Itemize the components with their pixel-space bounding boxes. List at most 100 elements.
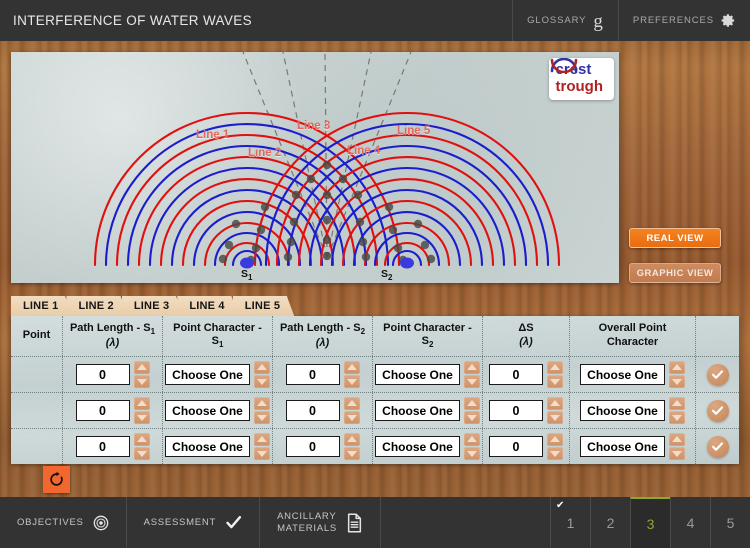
row-2-point-character-s1-select[interactable]: Choose One [165, 400, 250, 421]
caret-up-icon[interactable] [547, 432, 563, 446]
row-1-check-button[interactable] [706, 363, 729, 386]
page-1-label: 1 [566, 514, 575, 531]
caret-down-icon[interactable] [254, 411, 270, 425]
page-button-4[interactable]: 4 [670, 497, 710, 548]
caret-down-icon[interactable] [133, 447, 150, 461]
caret-down-icon[interactable] [343, 447, 360, 461]
page-button-2[interactable]: 2 [590, 497, 630, 548]
row-3-path-length-s2-input[interactable]: 0 [285, 436, 340, 457]
row-1-path-length-s2-input[interactable]: 0 [285, 364, 340, 385]
preferences-button[interactable]: PREFERENCES [617, 0, 750, 41]
caret-down-icon[interactable] [464, 375, 480, 389]
caret-down-icon[interactable] [133, 411, 150, 425]
row-1-delta-s-input[interactable]: 0 [489, 364, 543, 385]
row-3-point-character-s1-select[interactable]: Choose One [165, 436, 250, 457]
caret-up-icon[interactable] [547, 360, 563, 374]
row-1-overall-point-character-stepper[interactable] [669, 360, 685, 389]
caret-up-icon[interactable] [343, 360, 360, 374]
page-button-1[interactable]: ✔ 1 [550, 497, 590, 548]
reset-button[interactable] [43, 466, 70, 493]
caret-down-icon[interactable] [254, 375, 270, 389]
line-tabs: LINE 1 LINE 2 LINE 3 LINE 4 LINE 5 [11, 296, 295, 316]
tab-line-1[interactable]: LINE 1 [11, 296, 73, 316]
caret-up-icon[interactable] [254, 432, 270, 446]
ancillary-materials-button[interactable]: ANCILLARY MATERIALS [260, 497, 381, 548]
row-2-path-length-s1-stepper[interactable] [133, 396, 150, 425]
row-2-overall-point-character-select[interactable]: Choose One [580, 400, 665, 421]
caret-down-icon[interactable] [547, 447, 563, 461]
row-1-overall-point-character-select[interactable]: Choose One [580, 364, 665, 385]
caret-down-icon[interactable] [254, 447, 270, 461]
row-2-overall-point-character-stepper[interactable] [669, 396, 685, 425]
caret-down-icon[interactable] [343, 411, 360, 425]
tab-line-3[interactable]: LINE 3 [121, 296, 184, 316]
page-button-5[interactable]: 5 [710, 497, 750, 548]
row-1-path-length-s2-stepper[interactable] [343, 360, 360, 389]
row-2-delta-s-stepper[interactable] [547, 396, 563, 425]
caret-down-icon[interactable] [547, 411, 563, 425]
row-3-check-button[interactable] [706, 435, 729, 458]
real-view-button[interactable]: REAL VIEW [629, 228, 721, 248]
row-1-point-character-s1-stepper[interactable] [254, 360, 270, 389]
row-2-path-length-s1-input[interactable]: 0 [75, 400, 130, 421]
row-2-point-character-s2-stepper[interactable] [464, 396, 480, 425]
page-button-3[interactable]: 3 [630, 497, 670, 548]
row-3-delta-s-input[interactable]: 0 [489, 436, 543, 457]
caret-up-icon[interactable] [133, 432, 150, 446]
caret-down-icon[interactable] [133, 375, 150, 389]
row-2-path-length-s2-input[interactable]: 0 [285, 400, 340, 421]
row-1-point-character-s1-select[interactable]: Choose One [165, 364, 250, 385]
page-1-completed-check: ✔ [556, 500, 565, 511]
caret-up-icon[interactable] [254, 360, 270, 374]
row-3-path-length-s1-input[interactable]: 0 [75, 436, 130, 457]
caret-up-icon[interactable] [133, 396, 150, 410]
row-3-point-character-s2-select[interactable]: Choose One [375, 436, 460, 457]
glossary-button[interactable]: GLOSSARY g [512, 0, 618, 41]
caret-up-icon[interactable] [133, 360, 150, 374]
row-1-path-length-s1-input[interactable]: 0 [75, 364, 130, 385]
tab-line-4[interactable]: LINE 4 [177, 296, 239, 316]
row-3-point-character-s1-stepper[interactable] [254, 432, 270, 461]
caret-up-icon[interactable] [669, 396, 685, 410]
row-1-point-character-s2-select[interactable]: Choose One [375, 364, 460, 385]
caret-up-icon[interactable] [254, 396, 270, 410]
caret-up-icon[interactable] [464, 360, 480, 374]
caret-down-icon[interactable] [464, 411, 480, 425]
row-2-delta-s-input[interactable]: 0 [489, 400, 543, 421]
row-3-point-character-s2-stepper[interactable] [464, 432, 480, 461]
graphic-view-button[interactable]: GRAPHIC VIEW [629, 263, 721, 283]
row-1-point-character-s2-stepper[interactable] [464, 360, 480, 389]
tab-line-5[interactable]: LINE 5 [232, 296, 295, 316]
objectives-button[interactable]: OBJECTIVES [0, 497, 127, 548]
caret-up-icon[interactable] [669, 360, 685, 374]
simulation-panel[interactable]: Line 1 Line 2 Line 3 Line 4 Line 5 S1 S2… [11, 52, 619, 283]
row-3-overall-point-character-select[interactable]: Choose One [580, 436, 665, 457]
caret-up-icon[interactable] [547, 396, 563, 410]
row-3-delta-s-stepper[interactable] [547, 432, 563, 461]
caret-up-icon[interactable] [343, 396, 360, 410]
row-1-path-length-s1-stepper[interactable] [133, 360, 150, 389]
row-3-path-length-s1-stepper[interactable] [133, 432, 150, 461]
caret-down-icon[interactable] [343, 375, 360, 389]
caret-up-icon[interactable] [464, 432, 480, 446]
caret-down-icon[interactable] [669, 375, 685, 389]
assessment-button[interactable]: ASSESSMENT [127, 497, 261, 548]
document-icon [347, 513, 362, 532]
row-3-overall-point-character-stepper[interactable] [669, 432, 685, 461]
row-2-path-length-s2-stepper[interactable] [343, 396, 360, 425]
caret-down-icon[interactable] [547, 375, 563, 389]
tab-line-2[interactable]: LINE 2 [66, 296, 128, 316]
row-3-path-length-s2-stepper[interactable] [343, 432, 360, 461]
caret-up-icon[interactable] [464, 396, 480, 410]
caret-down-icon[interactable] [669, 447, 685, 461]
row-1-delta-s-stepper[interactable] [547, 360, 563, 389]
row-2-point-character-s2-select[interactable]: Choose One [375, 400, 460, 421]
caret-up-icon[interactable] [669, 432, 685, 446]
row-2-point-character-s1-stepper[interactable] [254, 396, 270, 425]
caret-down-icon[interactable] [464, 447, 480, 461]
header-overall-point-character: Overall Point Character [598, 322, 667, 348]
row-2-check-button[interactable] [706, 399, 729, 422]
caret-down-icon[interactable] [669, 411, 685, 425]
target-icon [93, 515, 108, 530]
caret-up-icon[interactable] [343, 432, 360, 446]
